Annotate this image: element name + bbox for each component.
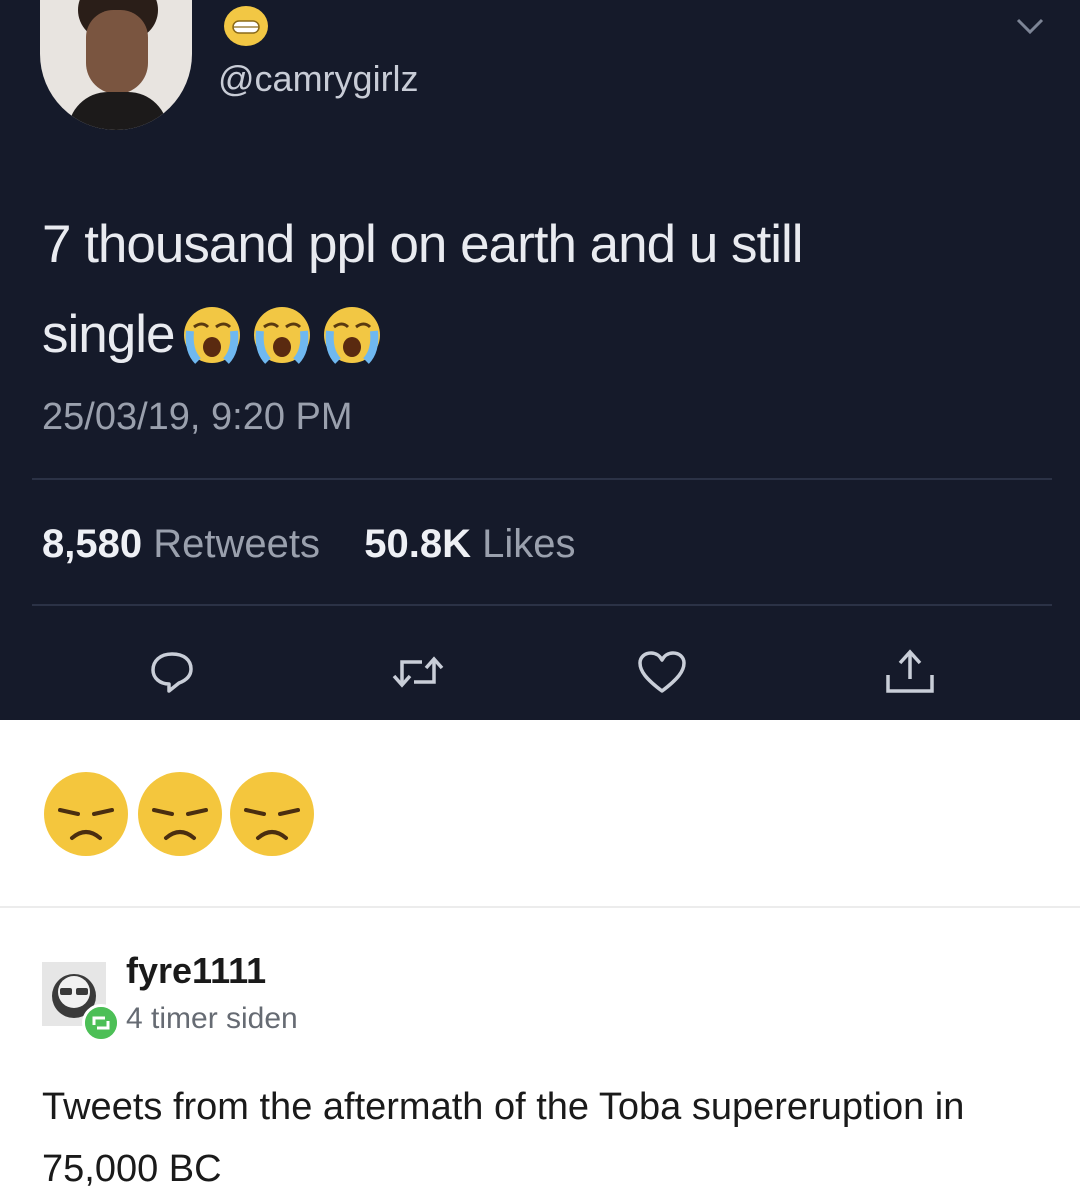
share-icon (886, 649, 934, 693)
post-username[interactable]: fyre1111 (126, 950, 266, 992)
reply-icon (151, 652, 193, 693)
loudly-crying-face-icon (324, 307, 381, 364)
tweet-handle[interactable]: @camrygirlz (218, 58, 419, 100)
post-text: Tweets from the aftermath of the Toba su… (42, 1086, 965, 1190)
retweets-count[interactable]: 8,580 (42, 522, 142, 566)
avatar[interactable] (40, 0, 192, 130)
retweet-icon (392, 656, 444, 688)
tweet-stats: 8,580 Retweets 50.8K Likes (42, 522, 576, 567)
share-button[interactable] (880, 644, 940, 700)
disappointed-face-icon (138, 772, 222, 856)
like-button[interactable] (632, 644, 692, 700)
tweet-text-line2: single (42, 305, 175, 364)
grimacing-face-icon (224, 6, 268, 46)
likes-label[interactable]: Likes (482, 522, 575, 566)
reblog-badge-icon (82, 1004, 120, 1042)
tweet-card: @camrygirlz 7 thousand ppl on earth and … (0, 0, 1080, 720)
tweet-timestamp: 25/03/19, 9:20 PM (42, 396, 353, 438)
reply-button[interactable] (142, 644, 202, 700)
post-time: 4 timer siden (126, 1002, 298, 1035)
divider (32, 478, 1052, 480)
divider (32, 604, 1052, 606)
chevron-down-icon[interactable] (1012, 12, 1048, 42)
disappointed-face-icon (230, 772, 314, 856)
loudly-crying-face-icon (184, 307, 241, 364)
post-divider (0, 906, 1080, 908)
retweets-label[interactable]: Retweets (153, 522, 320, 566)
tweet-text-line1: 7 thousand ppl on earth and u still (42, 215, 804, 274)
loudly-crying-face-icon (254, 307, 311, 364)
likes-count[interactable]: 50.8K (364, 522, 471, 566)
tweet-text: 7 thousand ppl on earth and u still sing… (42, 200, 1002, 380)
disappointed-face-icon (44, 772, 128, 856)
heart-icon (638, 651, 686, 693)
retweet-button[interactable] (388, 644, 448, 700)
